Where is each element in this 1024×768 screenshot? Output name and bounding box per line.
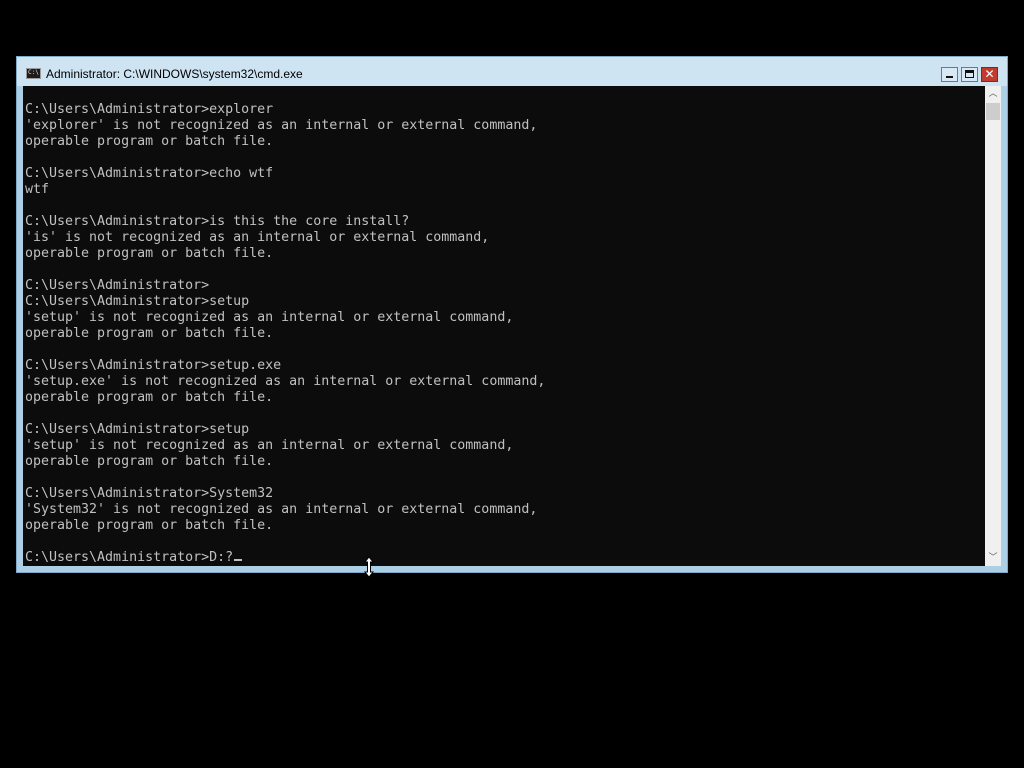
cmd-icon-text: C:\ (28, 69, 39, 76)
console-line: C:\Users\Administrator>echo wtf (25, 166, 274, 181)
console-line: 'setup.exe' is not recognized as an inte… (25, 374, 546, 389)
minimize-icon (946, 76, 953, 78)
console-line: 'System32' is not recognized as an inter… (25, 502, 538, 517)
scroll-thumb[interactable] (986, 103, 1000, 120)
console-client-area: C:\Users\Administrator>explorer'explorer… (23, 86, 1001, 566)
console-line: C:\Users\Administrator>explorer (25, 102, 274, 117)
console-line: operable program or batch file. (25, 326, 274, 341)
console-input[interactable]: D:? (209, 550, 233, 565)
console-line: C:\Users\Administrator>setup (25, 294, 250, 309)
console-input-line[interactable]: C:\Users\Administrator>D:? (25, 550, 545, 566)
console-prompt: C:\Users\Administrator> (25, 550, 210, 565)
close-icon: ✕ (984, 67, 995, 81)
console-line: operable program or batch file. (25, 134, 274, 149)
console-line: wtf (25, 182, 50, 197)
minimize-button[interactable] (941, 67, 958, 82)
console-line: 'setup' is not recognized as an internal… (25, 438, 514, 453)
console-line: C:\Users\Administrator>setup (25, 422, 250, 437)
console-line: 'explorer' is not recognized as an inter… (25, 118, 538, 133)
maximize-button[interactable] (961, 67, 978, 82)
scroll-down-icon[interactable]: ﹀ (985, 550, 1001, 566)
console-line: C:\Users\Administrator>setup.exe (25, 358, 282, 373)
console-output[interactable]: C:\Users\Administrator>explorer'explorer… (23, 86, 985, 566)
maximize-icon (965, 70, 974, 78)
cmd-icon[interactable]: C:\ (26, 68, 41, 79)
console-line: 'is' is not recognized as an internal or… (25, 230, 490, 245)
console-line: operable program or batch file. (25, 518, 274, 533)
vertical-scrollbar[interactable]: ︿ ﹀ (985, 86, 1001, 566)
console-line: operable program or batch file. (25, 390, 274, 405)
resize-cursor-icon (363, 556, 375, 578)
title-bar[interactable]: C:\ Administrator: C:\WINDOWS\system32\c… (17, 57, 1007, 86)
scroll-up-icon[interactable]: ︿ (985, 86, 1001, 102)
console-line: C:\Users\Administrator> (25, 278, 210, 293)
console-line: operable program or batch file. (25, 454, 274, 469)
console-line: C:\Users\Administrator>System32 (25, 486, 274, 501)
console-line: operable program or batch file. (25, 246, 274, 261)
console-line: C:\Users\Administrator>is this the core … (25, 214, 410, 229)
cmd-window[interactable]: C:\ Administrator: C:\WINDOWS\system32\c… (16, 56, 1008, 573)
window-title: Administrator: C:\WINDOWS\system32\cmd.e… (46, 67, 303, 81)
console-line: 'setup' is not recognized as an internal… (25, 310, 514, 325)
close-button[interactable]: ✕ (981, 67, 998, 82)
console-text: C:\Users\Administrator>explorer'explorer… (25, 102, 545, 566)
text-cursor (234, 559, 243, 561)
